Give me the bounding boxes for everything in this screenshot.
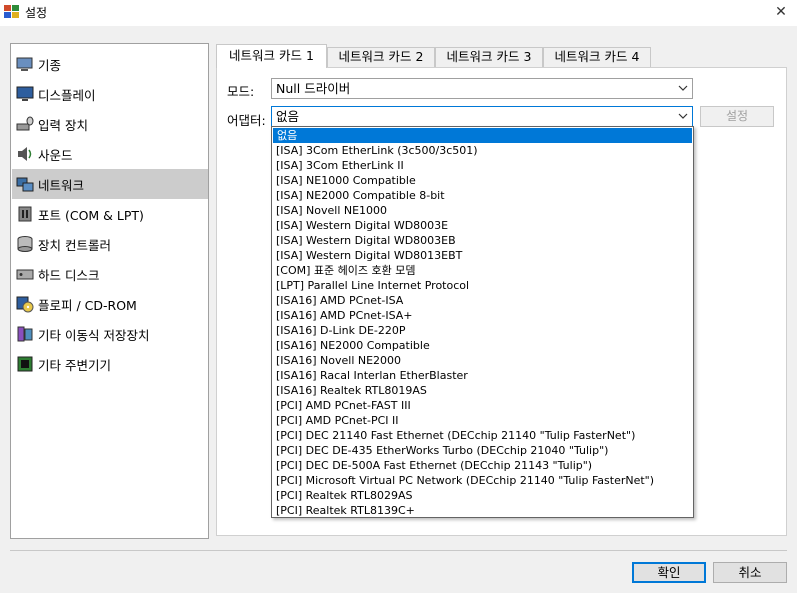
mode-select[interactable]: Null 드라이버: [271, 78, 693, 99]
list-item[interactable]: [PCI] DEC DE-435 EtherWorks Turbo (DECch…: [272, 443, 693, 458]
sidebar-item-sound[interactable]: 사운드: [12, 139, 208, 169]
sidebar-item-network[interactable]: 네트워크: [12, 169, 208, 199]
list-item[interactable]: [ISA] NE2000 Compatible 8-bit: [272, 188, 693, 203]
network-icon: [16, 175, 34, 193]
tab-network-card-2[interactable]: 네트워크 카드 2: [327, 47, 435, 67]
list-item[interactable]: [ISA16] D-Link DE-220P: [272, 323, 693, 338]
sidebar-item-floppy-cdrom[interactable]: 플로피 / CD-ROM: [12, 289, 208, 319]
list-item[interactable]: [ISA] Western Digital WD8013EBT: [272, 248, 693, 263]
cancel-button[interactable]: 취소: [713, 562, 787, 583]
list-item[interactable]: [ISA] 3Com EtherLink II: [272, 158, 693, 173]
display-icon: [16, 85, 34, 103]
sidebar-item-controller[interactable]: 장치 컨트롤러: [12, 229, 208, 259]
sidebar-item-hard-disk[interactable]: 하드 디스크: [12, 259, 208, 289]
sound-icon: [16, 145, 34, 163]
list-item[interactable]: [ISA16] Racal Interlan EtherBlaster: [272, 368, 693, 383]
tab-network-card-1[interactable]: 네트워크 카드 1: [216, 44, 327, 68]
list-item[interactable]: [PCI] Realtek RTL8029AS: [272, 488, 693, 503]
sidebar-item-label: 기타 이동식 저장장치: [38, 327, 150, 343]
list-item[interactable]: [COM] 표준 헤이즈 호환 모뎀: [272, 263, 693, 278]
sidebar-item-display[interactable]: 디스플레이: [12, 79, 208, 109]
list-item[interactable]: 없음: [273, 128, 692, 143]
settings-category-list: 기종 디스플레이 입력 장치 사운드 네트워크 포트 (COM & LPT) 장…: [10, 43, 209, 539]
sidebar-item-label: 기타 주변기기: [38, 357, 111, 373]
sidebar-item-label: 포트 (COM & LPT): [38, 207, 144, 223]
sidebar-item-input-device[interactable]: 입력 장치: [12, 109, 208, 139]
list-item[interactable]: [ISA16] AMD PCnet-ISA: [272, 293, 693, 308]
chevron-down-icon: [678, 79, 688, 98]
list-item[interactable]: [ISA] Western Digital WD8003EB: [272, 233, 693, 248]
adapter-select[interactable]: 없음: [271, 106, 693, 127]
port-icon: [16, 205, 34, 223]
adapter-settings-button[interactable]: 설정: [700, 106, 774, 127]
sidebar-item-port[interactable]: 포트 (COM & LPT): [12, 199, 208, 229]
adapter-label: 어댑터:: [227, 113, 266, 128]
app-icon: [4, 4, 20, 20]
sidebar-item-removable-storage[interactable]: 기타 이동식 저장장치: [12, 319, 208, 349]
machine-icon: [16, 55, 34, 73]
adapter-select-value: 없음: [276, 109, 300, 124]
list-item[interactable]: [ISA16] Realtek RTL8019AS: [272, 383, 693, 398]
hard-disk-icon: [16, 265, 34, 283]
list-item[interactable]: [PCI] DEC 21140 Fast Ethernet (DECchip 2…: [272, 428, 693, 443]
sidebar-item-peripherals[interactable]: 기타 주변기기: [12, 349, 208, 379]
mode-select-value: Null 드라이버: [276, 81, 351, 96]
tab-network-card-4[interactable]: 네트워크 카드 4: [543, 47, 651, 67]
close-icon[interactable]: ✕: [771, 2, 791, 22]
sidebar-item-label: 장치 컨트롤러: [38, 237, 111, 253]
adapter-dropdown-list: 없음 [ISA] 3Com EtherLink (3c500/3c501) [I…: [271, 126, 694, 518]
input-device-icon: [16, 115, 34, 133]
controller-icon: [16, 235, 34, 253]
list-item[interactable]: [PCI] DEC DE-500A Fast Ethernet (DECchip…: [272, 458, 693, 473]
window-title: 설정: [25, 6, 48, 20]
sidebar-item-label: 입력 장치: [38, 117, 88, 133]
peripherals-icon: [16, 355, 34, 373]
sidebar-item-label: 디스플레이: [38, 87, 96, 103]
sidebar-item-label: 사운드: [38, 147, 73, 163]
list-item[interactable]: [ISA] Western Digital WD8003E: [272, 218, 693, 233]
tab-network-card-3[interactable]: 네트워크 카드 3: [435, 47, 543, 67]
sidebar-item-label: 플로피 / CD-ROM: [38, 297, 137, 313]
list-item[interactable]: [ISA] 3Com EtherLink (3c500/3c501): [272, 143, 693, 158]
sidebar-item-label: 하드 디스크: [38, 267, 100, 283]
list-item[interactable]: [ISA] Novell NE1000: [272, 203, 693, 218]
list-item[interactable]: [ISA16] AMD PCnet-ISA+: [272, 308, 693, 323]
divider: [10, 550, 787, 551]
mode-label: 모드:: [227, 84, 255, 99]
list-item[interactable]: [PCI] Microsoft Virtual PC Network (DECc…: [272, 473, 693, 488]
chevron-down-icon: [678, 107, 688, 126]
list-item[interactable]: [PCI] AMD PCnet-PCI II: [272, 413, 693, 428]
list-item[interactable]: [PCI] AMD PCnet-FAST III: [272, 398, 693, 413]
ok-button[interactable]: 확인: [632, 562, 706, 583]
sidebar-item-machine[interactable]: 기종: [12, 49, 208, 79]
removable-storage-icon: [16, 325, 34, 343]
sidebar-item-label: 네트워크: [38, 177, 85, 193]
sidebar-item-label: 기종: [38, 57, 62, 73]
list-item[interactable]: [ISA16] Novell NE2000: [272, 353, 693, 368]
list-item[interactable]: [LPT] Parallel Line Internet Protocol: [272, 278, 693, 293]
floppy-cdrom-icon: [16, 295, 34, 313]
list-item[interactable]: [ISA] NE1000 Compatible: [272, 173, 693, 188]
list-item[interactable]: [ISA16] NE2000 Compatible: [272, 338, 693, 353]
list-item[interactable]: [PCI] Realtek RTL8139C+: [272, 503, 693, 517]
title-bar: 설정 ✕: [0, 0, 797, 26]
